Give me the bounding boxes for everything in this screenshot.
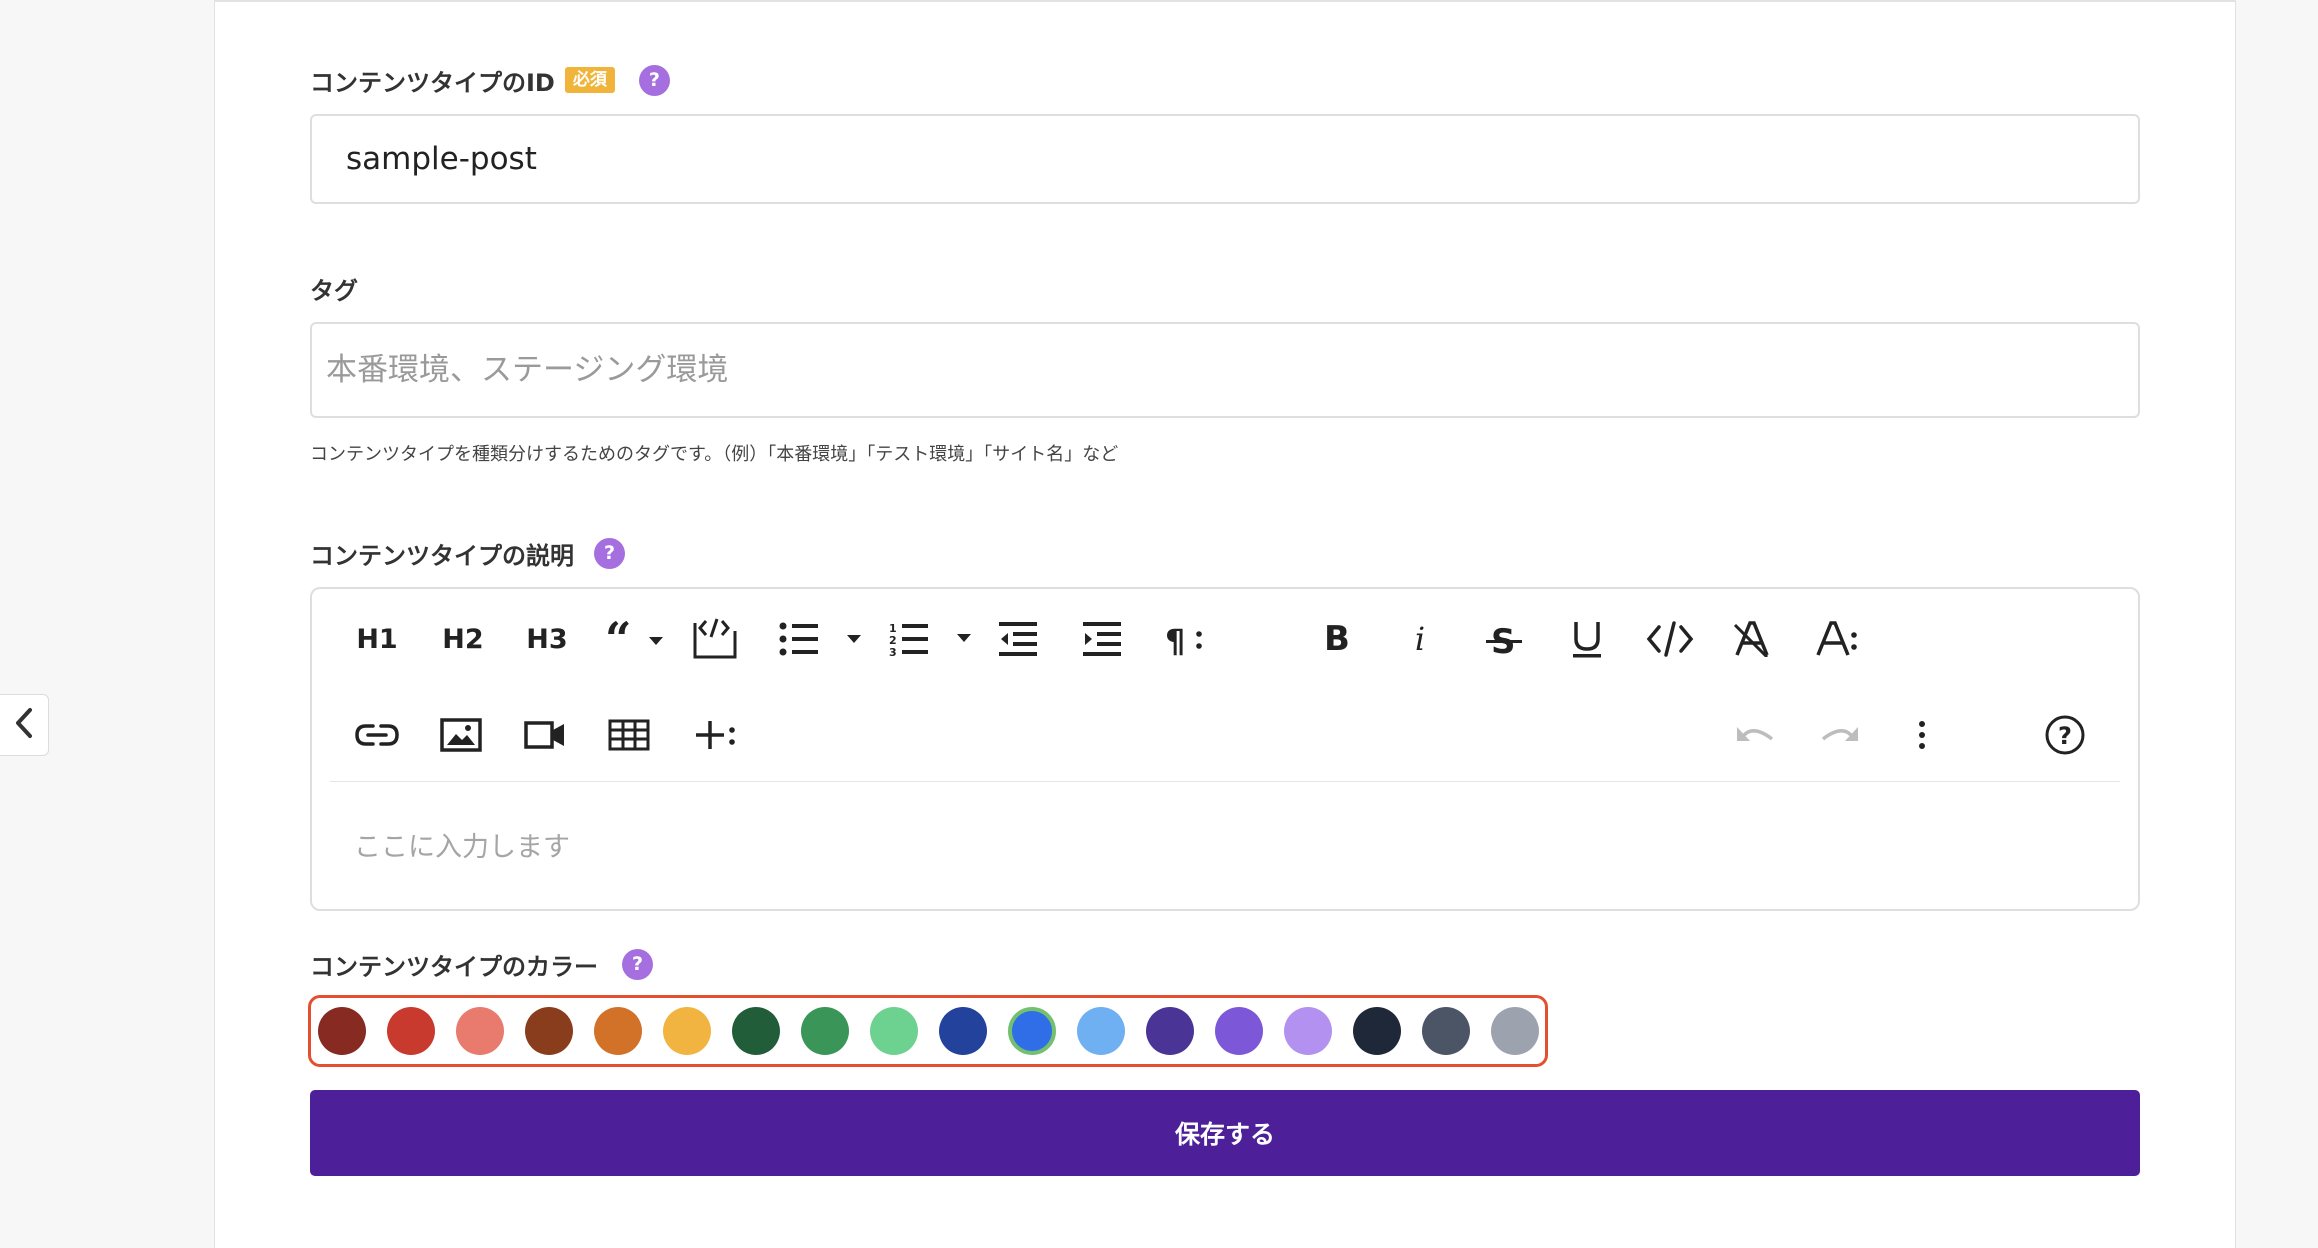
insert-more-button[interactable] xyxy=(690,707,740,763)
editor-content-area[interactable]: ここに入力します xyxy=(354,825,570,864)
color-swatch[interactable] xyxy=(1284,1007,1332,1055)
paragraph-more-button[interactable]: ¶ xyxy=(1162,611,1208,667)
id-field-label: コンテンツタイプのID 必須 ? xyxy=(310,62,670,98)
redo-button[interactable] xyxy=(1817,707,1863,763)
code-block-button[interactable] xyxy=(690,611,740,667)
color-swatch[interactable] xyxy=(939,1007,987,1055)
color-label-text: コンテンツタイプのカラー xyxy=(310,952,598,981)
vertical-dots-icon xyxy=(1917,720,1927,750)
undo-button[interactable] xyxy=(1732,707,1778,763)
color-swatch[interactable] xyxy=(594,1007,642,1055)
color-swatch[interactable] xyxy=(663,1007,711,1055)
blockquote-dropdown-button[interactable]: “ xyxy=(602,611,672,667)
color-palette xyxy=(308,995,1548,1067)
link-icon xyxy=(355,722,399,748)
inline-code-button[interactable] xyxy=(1642,611,1698,667)
heading2-button[interactable]: H2 xyxy=(440,611,486,667)
help-circle-icon: ? xyxy=(2044,714,2086,756)
indent-button[interactable] xyxy=(1080,611,1126,667)
link-button[interactable] xyxy=(354,707,400,763)
image-icon xyxy=(440,718,482,752)
tag-label-text: タグ xyxy=(310,276,358,305)
indent-icon xyxy=(1083,622,1123,656)
color-swatch[interactable] xyxy=(801,1007,849,1055)
video-button[interactable] xyxy=(522,707,568,763)
code-icon xyxy=(1646,621,1694,657)
code-block-icon xyxy=(692,617,738,661)
heading3-button[interactable]: H3 xyxy=(524,611,570,667)
required-badge: 必須 xyxy=(564,67,615,93)
save-button[interactable]: 保存する xyxy=(310,1090,2140,1176)
underline-button[interactable] xyxy=(1565,611,1609,667)
color-swatch[interactable] xyxy=(1353,1007,1401,1055)
underline-icon xyxy=(1569,619,1605,659)
content-type-id-input[interactable] xyxy=(310,114,2140,204)
image-button[interactable] xyxy=(438,707,484,763)
color-swatch[interactable] xyxy=(1491,1007,1539,1055)
page: コンテンツタイプのID 必須 ? タグ コンテンツタイプを種類分けするためのタグ… xyxy=(0,0,2318,1248)
editor-divider xyxy=(330,781,2120,782)
video-icon xyxy=(524,720,566,750)
bold-button[interactable]: B xyxy=(1317,611,1357,667)
tag-input[interactable] xyxy=(310,322,2140,418)
color-swatch[interactable] xyxy=(387,1007,435,1055)
clear-format-icon xyxy=(1733,621,1771,657)
rich-text-editor: H1 H2 H3 “ 123 ¶ B i S ? ここに入力します xyxy=(310,587,2140,911)
bullet-list-icon xyxy=(779,622,865,656)
color-swatch[interactable] xyxy=(456,1007,504,1055)
italic-button[interactable]: i xyxy=(1400,611,1440,667)
more-options-button[interactable] xyxy=(1904,707,1940,763)
description-field-label: コンテンツタイプの説明 ? xyxy=(310,535,625,571)
svg-text:?: ? xyxy=(2058,722,2072,750)
quote-icon: “ xyxy=(605,619,669,659)
strikethrough-icon: S xyxy=(1485,621,1523,657)
heading1-button[interactable]: H1 xyxy=(356,611,397,667)
color-swatch[interactable] xyxy=(1008,1007,1056,1055)
table-icon xyxy=(608,719,650,751)
undo-icon xyxy=(1734,721,1776,749)
svg-text:S: S xyxy=(1491,622,1516,657)
tag-hint-text: コンテンツタイプを種類分けするためのタグです。（例）「本番環境」「テスト環境」「… xyxy=(310,444,1119,465)
color-swatch[interactable] xyxy=(1146,1007,1194,1055)
numbered-list-dropdown-button[interactable]: 123 xyxy=(887,611,977,667)
outdent-icon xyxy=(999,622,1039,656)
svg-text:“: “ xyxy=(605,619,631,659)
svg-text:¶: ¶ xyxy=(1165,622,1185,656)
color-swatch[interactable] xyxy=(525,1007,573,1055)
text-more-button[interactable] xyxy=(1814,611,1860,667)
color-field-label: コンテンツタイプのカラー ? xyxy=(310,946,653,982)
redo-icon xyxy=(1819,721,1861,749)
help-icon[interactable]: ? xyxy=(638,64,670,96)
chevron-left-icon xyxy=(13,706,35,744)
color-swatch[interactable] xyxy=(318,1007,366,1055)
color-swatch[interactable] xyxy=(870,1007,918,1055)
color-swatch[interactable] xyxy=(1077,1007,1125,1055)
help-icon[interactable]: ? xyxy=(594,537,625,569)
clear-format-button[interactable] xyxy=(1730,611,1774,667)
sidebar-collapse-button[interactable] xyxy=(0,694,49,756)
paragraph-icon: ¶ xyxy=(1165,622,1205,656)
outdent-button[interactable] xyxy=(996,611,1042,667)
svg-text:3: 3 xyxy=(889,646,897,657)
strikethrough-button[interactable]: S xyxy=(1482,611,1526,667)
color-swatch[interactable] xyxy=(732,1007,780,1055)
numbered-list-icon: 123 xyxy=(889,621,975,657)
bullet-list-dropdown-button[interactable] xyxy=(777,611,867,667)
description-label-text: コンテンツタイプの説明 xyxy=(310,541,574,570)
font-icon xyxy=(1816,621,1858,657)
id-label-text: コンテンツタイプのID xyxy=(310,68,555,97)
plus-icon xyxy=(693,718,737,752)
table-button[interactable] xyxy=(606,707,652,763)
help-icon[interactable]: ? xyxy=(622,948,653,980)
editor-help-button[interactable]: ? xyxy=(2042,707,2088,763)
color-swatch[interactable] xyxy=(1422,1007,1470,1055)
color-swatch[interactable] xyxy=(1215,1007,1263,1055)
tag-field-label: タグ xyxy=(310,270,358,306)
